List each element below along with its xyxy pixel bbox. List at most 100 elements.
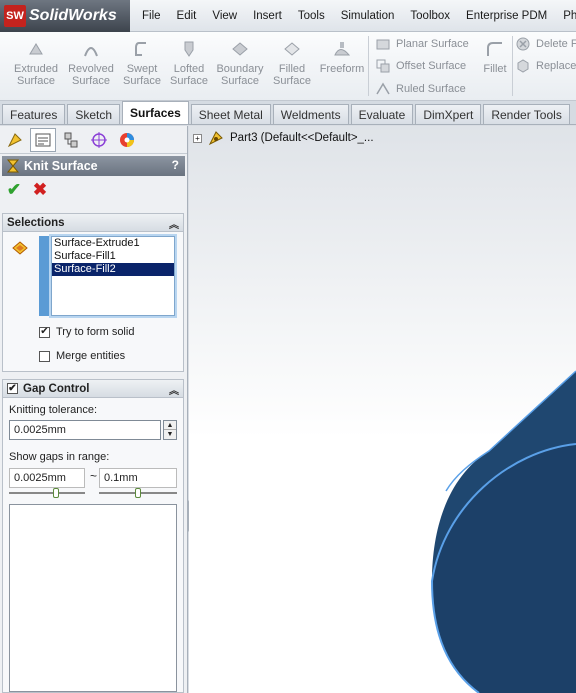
property-manager-tab[interactable] <box>30 127 56 152</box>
spin-down-icon[interactable]: ▼ <box>164 430 176 439</box>
list-item[interactable]: Surface-Fill2 <box>52 263 174 276</box>
knit-surface-header: Knit Surface ? <box>2 156 185 176</box>
menu-file[interactable]: File <box>134 10 169 22</box>
ruled-surface-button[interactable]: Ruled Surface <box>376 82 466 96</box>
menu-photoview[interactable]: PhotoVi <box>555 10 576 22</box>
tab-dimxpert[interactable]: DimXpert <box>415 104 482 124</box>
fillet-button[interactable]: Fillet <box>480 40 510 75</box>
range-separator: ~ <box>90 469 98 483</box>
app-name: SolidWorks <box>29 7 117 24</box>
collapse-chevron-icon[interactable]: ︽ <box>169 216 179 231</box>
surface-selection-icon <box>12 241 28 255</box>
property-manager-icon <box>35 133 51 146</box>
feature-manager-tab[interactable] <box>2 128 28 152</box>
configuration-icon <box>64 132 78 147</box>
selections-group: Selections ︽ Surface-Extrude1 Surface-Fi… <box>2 213 184 372</box>
planar-surface-icon <box>376 39 390 50</box>
knitting-tolerance-label: Knitting tolerance: <box>9 404 98 416</box>
revolved-surface-icon <box>84 47 98 57</box>
title-menu-bar: SW SolidWorks File Edit View Insert Tool… <box>0 0 576 32</box>
display-manager-icon <box>120 132 134 147</box>
offset-surface-button[interactable]: Offset Surface <box>376 59 466 73</box>
fillet-icon <box>487 42 502 56</box>
ok-button[interactable]: ✔ <box>4 180 24 200</box>
solidworks-logo[interactable]: SW SolidWorks <box>0 0 130 32</box>
tab-weldments[interactable]: Weldments <box>272 104 349 124</box>
try-to-form-solid-checkbox[interactable]: ✔ <box>39 326 50 338</box>
boundary-surface-button[interactable]: Boundary Surface <box>214 40 266 87</box>
menu-view[interactable]: View <box>204 10 245 22</box>
gap-range-min-slider[interactable] <box>9 488 85 498</box>
manager-tabs <box>0 126 187 154</box>
surfaces-command-manager: Extruded Surface Revolved Surface Swept Sur… <box>0 32 576 101</box>
delete-face-button[interactable]: Delete F <box>516 37 576 51</box>
tab-features[interactable]: Features <box>2 104 66 124</box>
boundary-surface-icon <box>232 42 248 56</box>
property-manager-panel: Knit Surface ? ✔ ✖ Selections ︽ Surface-… <box>0 126 188 693</box>
gap-range-min-input[interactable]: 0.0025mm <box>9 468 85 488</box>
gap-range-label: Show gaps in range: <box>9 451 110 463</box>
display-manager-tab[interactable] <box>114 128 140 152</box>
merge-entities-checkbox[interactable] <box>39 350 50 362</box>
selections-listbox[interactable]: Surface-Extrude1 Surface-Fill1 Surface-F… <box>51 236 175 316</box>
tolerance-spinner[interactable]: ▲ ▼ <box>163 420 177 440</box>
close-icon: ✖ <box>32 180 48 199</box>
try-to-form-solid-option[interactable]: ✔ Try to form solid <box>39 326 134 338</box>
collapse-chevron-icon[interactable]: ︽ <box>169 382 179 397</box>
tab-render-tools[interactable]: Render Tools <box>483 104 570 124</box>
filled-surface-button[interactable]: Filled Surface <box>270 40 314 87</box>
selections-header[interactable]: Selections ︽ <box>3 214 183 232</box>
freeform-icon <box>334 42 351 56</box>
filled-surface-icon <box>284 42 300 56</box>
selection-box-indicator <box>39 236 49 316</box>
gap-range-max-slider[interactable] <box>99 488 177 498</box>
gap-list[interactable] <box>9 504 177 692</box>
extruded-surface-icon <box>29 43 43 55</box>
spin-up-icon[interactable]: ▲ <box>164 421 176 430</box>
property-manager-title: Knit Surface <box>24 159 98 173</box>
slider-thumb[interactable] <box>135 488 141 498</box>
gap-control-header[interactable]: ✔ Gap Control ︽ <box>3 380 183 398</box>
ribbon-separator <box>512 36 513 96</box>
menu-insert[interactable]: Insert <box>245 10 290 22</box>
tab-sketch[interactable]: Sketch <box>67 104 121 124</box>
offset-surface-icon <box>376 59 390 73</box>
planar-surface-button[interactable]: Planar Surface <box>376 37 469 51</box>
menu-enterprise-pdm[interactable]: Enterprise PDM <box>458 10 555 22</box>
knit-surface-icon <box>6 159 20 173</box>
menu-bar: File Edit View Insert Tools Simulation T… <box>134 0 576 32</box>
list-item[interactable]: Surface-Fill1 <box>52 250 174 263</box>
menu-toolbox[interactable]: Toolbox <box>402 10 458 22</box>
tab-evaluate[interactable]: Evaluate <box>350 104 414 124</box>
list-item[interactable]: Surface-Extrude1 <box>52 237 174 250</box>
menu-edit[interactable]: Edit <box>169 10 205 22</box>
revolved-surface-button[interactable]: Revolved Surface <box>64 40 118 87</box>
dimxpert-manager-tab[interactable] <box>86 128 112 152</box>
menu-simulation[interactable]: Simulation <box>333 10 403 22</box>
swept-surface-button[interactable]: Swept Surface <box>120 40 164 87</box>
menu-tools[interactable]: Tools <box>290 10 333 22</box>
help-button[interactable]: ? <box>172 158 179 172</box>
delete-face-icon <box>516 37 530 51</box>
lofted-surface-icon <box>184 41 194 57</box>
ribbon-separator <box>368 36 369 96</box>
model-surface[interactable] <box>189 126 576 693</box>
knitting-tolerance-input[interactable]: 0.0025mm <box>9 420 161 440</box>
extruded-surface-button[interactable]: Extruded Surface <box>10 40 62 87</box>
tab-surfaces[interactable]: Surfaces <box>122 101 189 124</box>
cancel-button[interactable]: ✖ <box>30 180 50 200</box>
gap-range-max-input[interactable]: 0.1mm <box>99 468 177 488</box>
graphics-area[interactable]: + Part3 (Default<<Default>_... <box>189 126 576 693</box>
merge-entities-label: Merge entities <box>56 350 126 362</box>
configuration-manager-tab[interactable] <box>58 128 84 152</box>
freeform-button[interactable]: Freeform <box>318 40 366 75</box>
dimxpert-icon <box>91 131 107 148</box>
replace-face-icon <box>517 59 529 73</box>
gap-control-checkbox[interactable]: ✔ <box>7 383 18 394</box>
merge-entities-option[interactable]: Merge entities <box>39 350 125 362</box>
slider-thumb[interactable] <box>53 488 59 498</box>
replace-face-button[interactable]: Replace <box>516 59 576 73</box>
tab-sheet-metal[interactable]: Sheet Metal <box>190 104 271 124</box>
lofted-surface-button[interactable]: Lofted Surface <box>168 40 210 87</box>
ok-cancel-row: ✔ ✖ <box>0 176 187 204</box>
